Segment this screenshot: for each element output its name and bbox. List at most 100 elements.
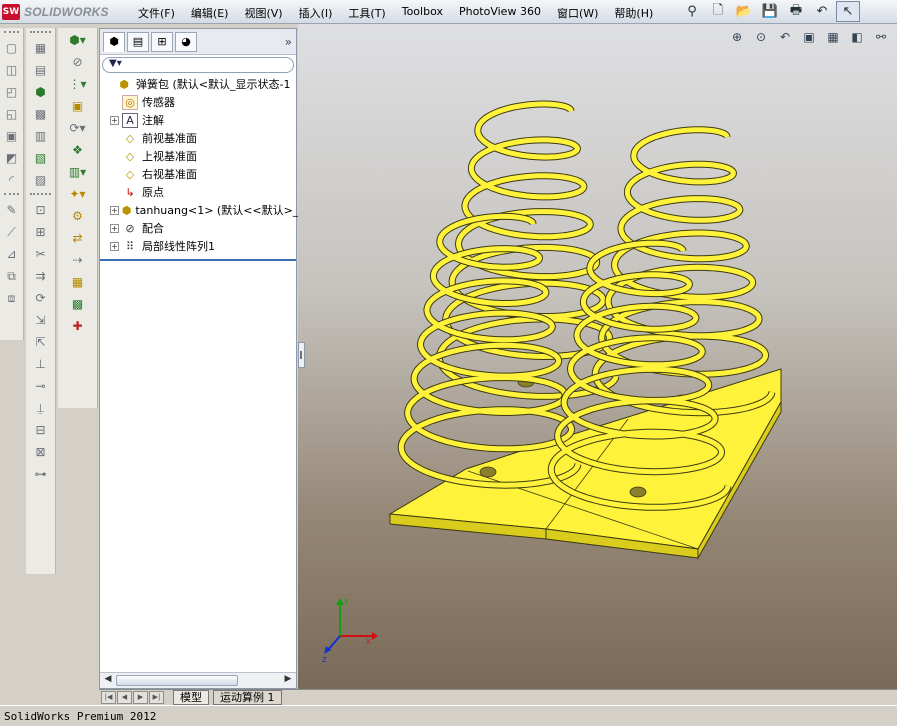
arrange-icon[interactable]: ⊶	[30, 464, 52, 484]
expand-panel-icon[interactable]: »	[285, 35, 292, 49]
menu-item-3[interactable]: 插入(I)	[291, 3, 341, 23]
menu-item-1[interactable]: 编辑(E)	[183, 3, 237, 23]
mirror-icon[interactable]: ⇉	[30, 266, 52, 286]
scroll-thumb[interactable]	[116, 675, 238, 686]
show-hidden-icon[interactable]: ❖	[67, 140, 89, 160]
revolved-boss-icon[interactable]: ◫	[1, 60, 23, 80]
toolbar-grip[interactable]	[30, 31, 51, 35]
feature-filter-input[interactable]: ▼▾	[102, 57, 294, 73]
expand-toggle-icon[interactable]: +	[110, 241, 119, 251]
feature-manager-tab-icon[interactable]: ⬢	[103, 31, 125, 52]
rollback-bar[interactable]	[100, 259, 296, 261]
tree-node[interactable]: ◇ 右视基准面	[100, 165, 296, 183]
tree-node[interactable]: + ⬢ tanhuang<1> (默认<<默认>_显	[100, 201, 309, 219]
tree-node[interactable]: + A 注解	[100, 111, 296, 129]
property-manager-tab-icon[interactable]: ▤	[127, 31, 149, 52]
convert-icon[interactable]: ⇱	[30, 332, 52, 352]
tab-motion-study[interactable]: 运动算例 1	[213, 690, 282, 705]
toolbar-grip[interactable]	[4, 31, 19, 35]
clearance-icon[interactable]: ✚	[67, 316, 89, 336]
toolbar-grip[interactable]	[30, 193, 51, 197]
bom-icon[interactable]: ▧	[30, 148, 52, 168]
expand-toggle-icon[interactable]: +	[110, 205, 119, 215]
insert-component-icon[interactable]: ⬢	[30, 82, 52, 102]
scroll-left-icon[interactable]: ◀	[101, 674, 115, 687]
menu-item-4[interactable]: 工具(T)	[340, 3, 393, 23]
grid-icon[interactable]: ▦	[30, 38, 52, 58]
rotate-icon[interactable]: ⟳	[30, 288, 52, 308]
tree-horizontal-scrollbar[interactable]: ◀ ▶	[100, 672, 296, 688]
graphics-area[interactable]: ⊕ ⊙ ↶ ▣ ▦ ◧ ⚯ ‖ X Y Z	[298, 24, 897, 689]
menu-item-6[interactable]: PhotoView 360	[451, 3, 549, 23]
next-tab-icon[interactable]: ▶	[133, 691, 148, 704]
paperclip-icon[interactable]: ⊘	[67, 52, 89, 72]
reference-geometry-icon[interactable]: ⊿	[1, 244, 23, 264]
split-icon[interactable]: ⊥	[30, 354, 52, 374]
tree-node[interactable]: ◇ 上视基准面	[100, 147, 296, 165]
move-component-icon[interactable]: ⟳▾	[67, 118, 89, 138]
menu-item-5[interactable]: Toolbox	[394, 3, 451, 23]
fillet-icon[interactable]: ◜	[1, 170, 23, 190]
tree-node[interactable]: ⬢ 弹簧包 (默认<默认_显示状态-1	[100, 75, 296, 93]
toolbar-grip[interactable]	[4, 193, 19, 197]
expand-toggle-icon[interactable]: +	[110, 223, 119, 233]
swept-boss-icon[interactable]: ◰	[1, 82, 23, 102]
offset-icon[interactable]: ⧈	[1, 288, 23, 308]
bill-of-materials-icon[interactable]: ⇄	[67, 228, 89, 248]
menu-item-2[interactable]: 视图(V)	[236, 3, 290, 23]
tree-node-label: 上视基准面	[142, 150, 197, 163]
tab-model[interactable]: 模型	[173, 690, 209, 705]
lofted-boss-icon[interactable]: ◱	[1, 104, 23, 124]
select-icon[interactable]: ↖	[836, 1, 860, 22]
menu-item-7[interactable]: 窗口(W)	[549, 3, 606, 23]
print-icon[interactable]: 🖶	[784, 1, 808, 22]
pattern-icon[interactable]: ▩	[30, 104, 52, 124]
sketch-icon[interactable]: ✎	[1, 200, 23, 220]
revolved-cut-icon[interactable]: ◩	[1, 148, 23, 168]
layers-icon[interactable]: ▤	[30, 60, 52, 80]
extruded-cut-icon[interactable]: ▣	[1, 126, 23, 146]
tree-node[interactable]: + ⠿ 局部线性阵列1	[100, 237, 296, 255]
smart-dimension-icon[interactable]: ⟋	[1, 222, 23, 242]
options-icon[interactable]: ⚲	[680, 1, 704, 22]
new-motion-study-icon[interactable]: ⚙	[67, 206, 89, 226]
tree-node[interactable]: ↳ 原点	[100, 183, 296, 201]
copy-entities-icon[interactable]: ⧉	[1, 266, 23, 286]
assembly-features-icon[interactable]: ▥▾	[67, 162, 89, 182]
configuration-manager-tab-icon[interactable]: ⊞	[151, 31, 173, 52]
menu-item-0[interactable]: 文件(F)	[130, 3, 183, 23]
last-tab-icon[interactable]: ▶|	[149, 691, 164, 704]
explode-line-icon[interactable]: ▦	[67, 272, 89, 292]
exploded-view-icon[interactable]: ⇢	[67, 250, 89, 270]
distribute-icon[interactable]: ⊞	[30, 222, 52, 242]
extruded-boss-icon[interactable]: ▢	[1, 38, 23, 58]
pin-icon[interactable]: ⍊	[30, 398, 52, 418]
group-icon[interactable]: ⊠	[30, 442, 52, 462]
undo-icon[interactable]: ↶	[810, 1, 834, 22]
interference-icon[interactable]: ▩	[67, 294, 89, 314]
block-icon[interactable]: ⊟	[30, 420, 52, 440]
spring-pack-model[interactable]	[298, 24, 897, 689]
display-manager-tab-icon[interactable]: ◕	[175, 31, 197, 52]
trim-icon[interactable]: ✂	[30, 244, 52, 264]
menu-item-8[interactable]: 帮助(H)	[606, 3, 661, 23]
align-icon[interactable]: ⊡	[30, 200, 52, 220]
scroll-right-icon[interactable]: ▶	[281, 674, 295, 687]
drawing-icon[interactable]: ▨	[30, 170, 52, 190]
prev-tab-icon[interactable]: ◀	[117, 691, 132, 704]
tree-node[interactable]: + ⊘ 配合	[100, 219, 296, 237]
mate-icon[interactable]: ⋮▾	[67, 74, 89, 94]
save-icon[interactable]: 💾	[758, 1, 782, 22]
move-icon[interactable]: ⇲	[30, 310, 52, 330]
open-icon[interactable]: 📂	[732, 1, 756, 22]
link-icon[interactable]: ⊸	[30, 376, 52, 396]
tree-node[interactable]: ◇ 前视基准面	[100, 129, 296, 147]
expand-toggle-icon[interactable]: +	[110, 115, 119, 125]
tree-node[interactable]: ◎ 传感器	[100, 93, 296, 111]
first-tab-icon[interactable]: |◀	[101, 691, 116, 704]
insert-components-icon[interactable]: ⬢▾	[67, 30, 89, 50]
table-icon[interactable]: ▥	[30, 126, 52, 146]
reference-geometry-icon[interactable]: ✦▾	[67, 184, 89, 204]
smart-fasteners-icon[interactable]: ▣	[67, 96, 89, 116]
new-document-icon[interactable]: 🗋	[706, 1, 730, 22]
